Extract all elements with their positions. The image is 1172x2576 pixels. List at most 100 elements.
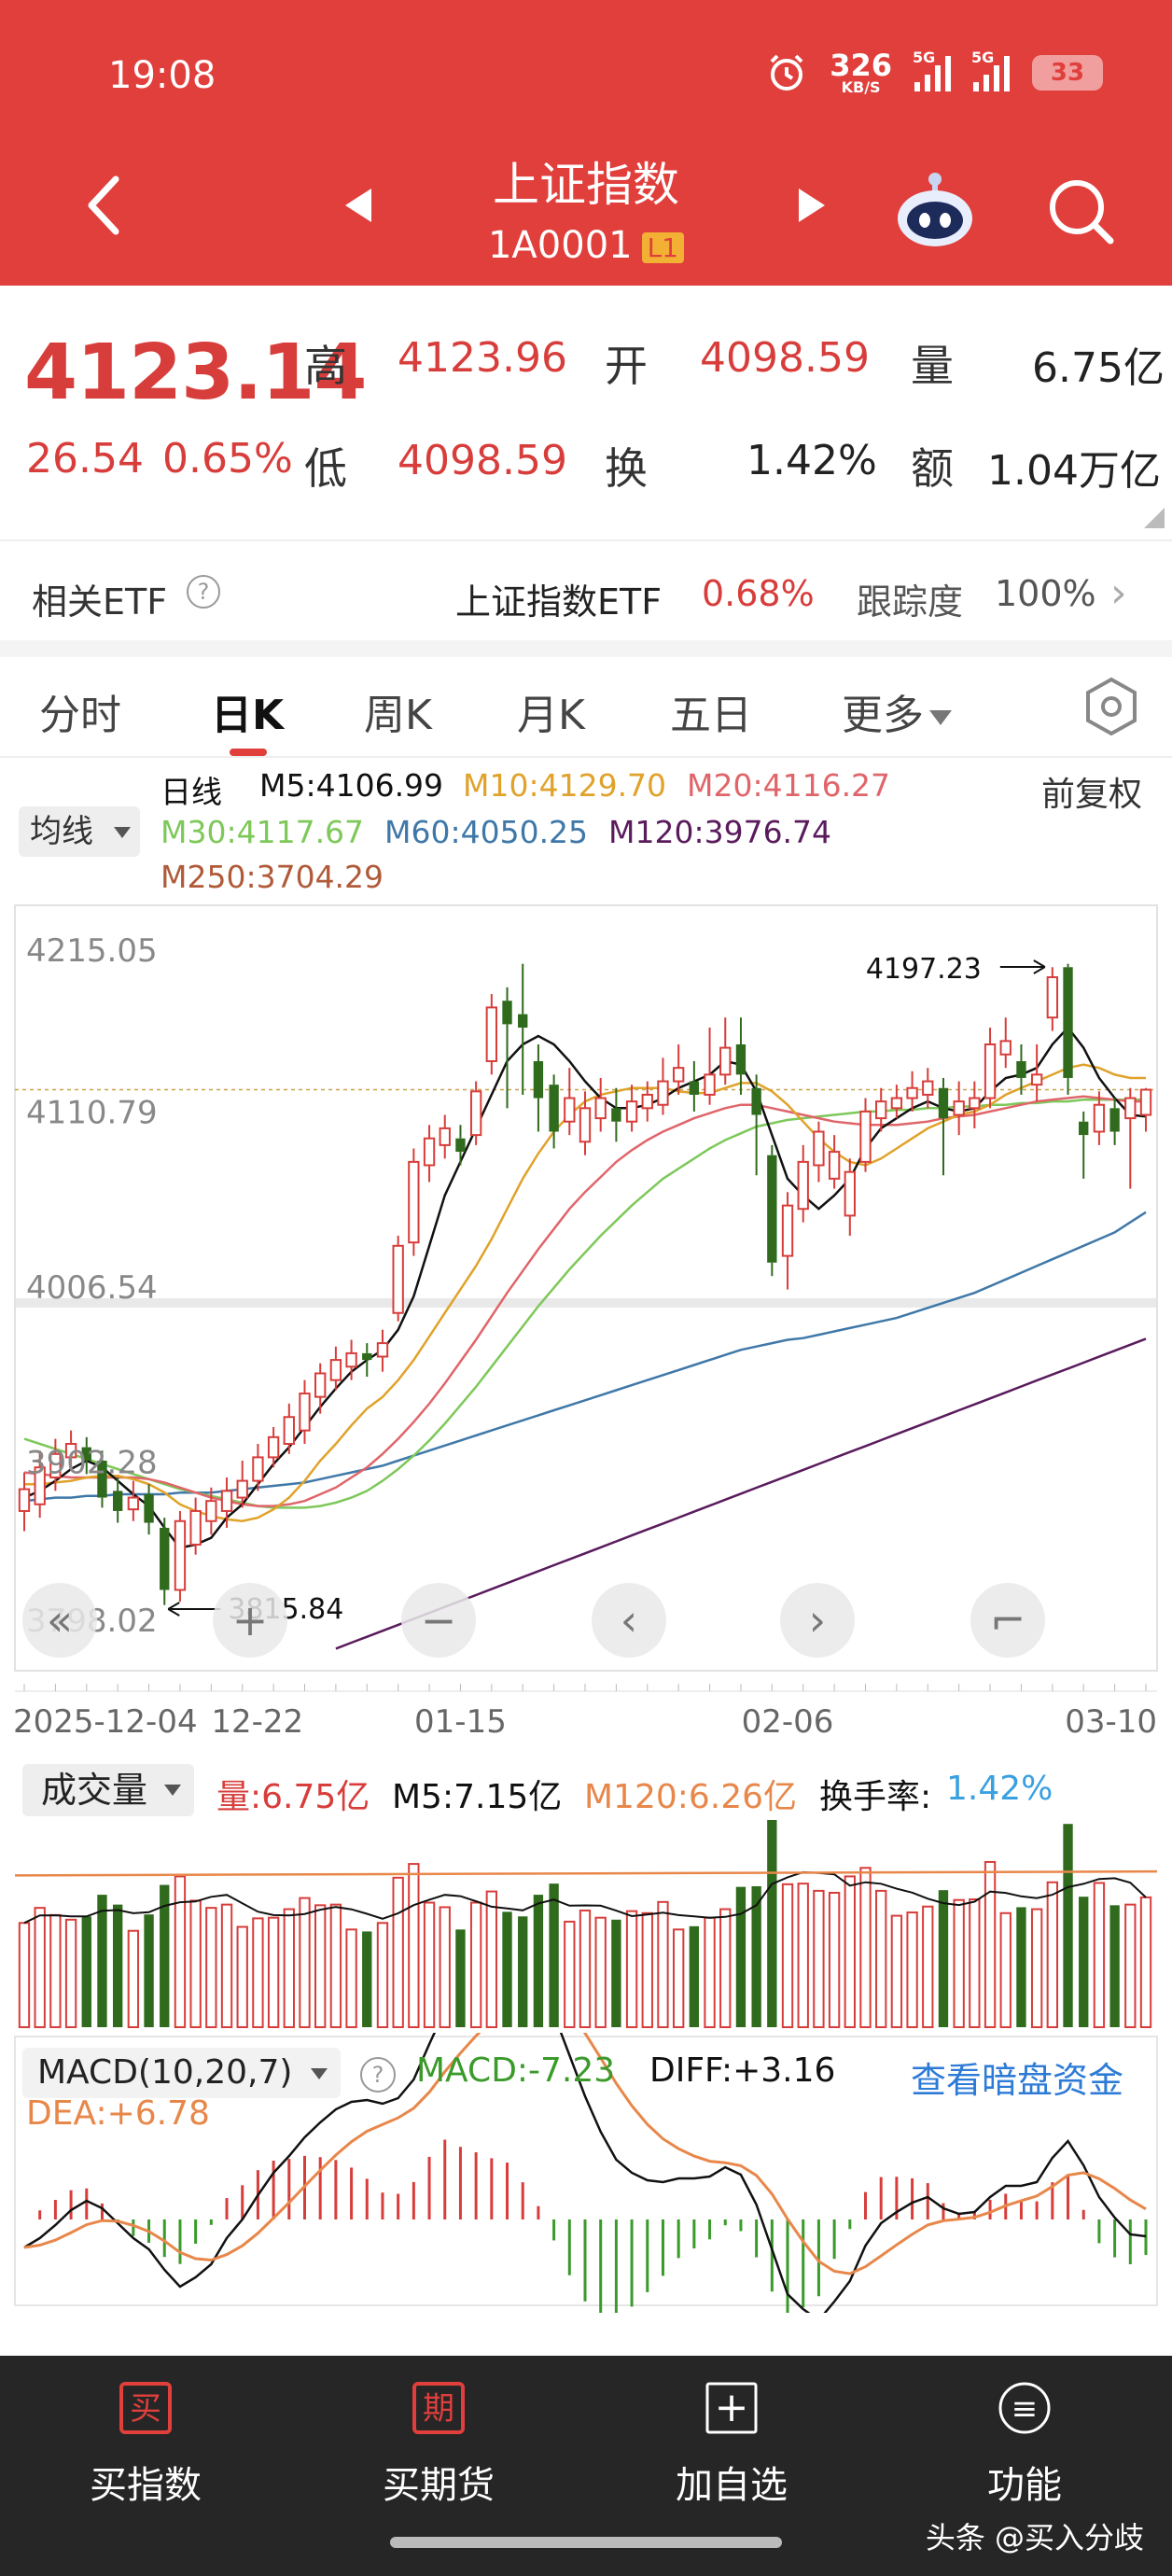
- net-label-2: 5G: [971, 49, 995, 66]
- volume-bar: [611, 1919, 621, 2027]
- signal-5g-1: 5G: [913, 49, 951, 91]
- quote-panel: 4123.14 26.54 0.65% 高 4123.96 开 4098.59 …: [0, 286, 1172, 539]
- candle-body: [906, 1086, 918, 1099]
- buy-index-button[interactable]: 买 买指数: [52, 2380, 239, 2509]
- adjust-mode-button[interactable]: 前复权: [1041, 767, 1142, 816]
- volume-bar: [376, 1922, 389, 2029]
- kline-chart[interactable]: 4215.054110.794006.543902.283798.02 4197…: [0, 898, 1172, 1747]
- section-divider: [0, 640, 1172, 657]
- futures-icon-text: 期: [423, 2390, 454, 2428]
- next-stock-button[interactable]: [795, 185, 829, 226]
- y-axis-label: 4215.05: [26, 932, 158, 970]
- stock-code-line: 1A0001 L1: [0, 224, 1172, 267]
- open-value: 4098.59: [700, 334, 870, 382]
- candle-body: [625, 1100, 638, 1123]
- candle-body: [922, 1080, 934, 1096]
- volume-chart[interactable]: [0, 1751, 1172, 2031]
- candle-body: [376, 1342, 389, 1358]
- scroll-left-button[interactable]: ‹: [592, 1583, 666, 1658]
- dark-pool-link[interactable]: 查看暗盘资金: [911, 2051, 1123, 2103]
- high-annotation: 4197.23: [866, 953, 982, 986]
- zoom-out-button[interactable]: −: [401, 1583, 476, 1658]
- fullscreen-button[interactable]: ⌐: [970, 1583, 1045, 1658]
- candle-body: [267, 1435, 280, 1459]
- candle-body: [423, 1137, 436, 1167]
- tab-week-k[interactable]: 周K: [364, 681, 432, 741]
- candle: [174, 1510, 187, 1603]
- volume-bar: [392, 1876, 404, 2028]
- related-etf-row[interactable]: 相关ETF ? 上证指数ETF 0.68% 跟踪度 100% ›: [0, 539, 1172, 640]
- amount-value: 1.04万亿: [987, 447, 1161, 495]
- home-indicator: [390, 2537, 782, 2548]
- volume-bar: [236, 1925, 248, 2029]
- menu-icon: ≡: [998, 2382, 1051, 2434]
- candle-body: [18, 1488, 31, 1512]
- candle: [1063, 963, 1073, 1095]
- functions-button[interactable]: ≡ 功能: [931, 2380, 1118, 2509]
- add-watchlist-button[interactable]: + 加自选: [638, 2380, 825, 2509]
- candle-body: [144, 1493, 154, 1523]
- expand-corner-icon[interactable]: [1144, 508, 1165, 528]
- volume-bar: [859, 1867, 872, 2028]
- candle-body: [205, 1500, 217, 1522]
- volume-bar: [1016, 1907, 1026, 2027]
- ma-select-dropdown[interactable]: 均线: [19, 806, 140, 857]
- volume-bar: [127, 1929, 140, 2028]
- chevron-right-icon[interactable]: ›: [1110, 569, 1127, 617]
- volume-bar: [549, 1883, 559, 2027]
- tab-day-k[interactable]: 日K: [211, 681, 284, 741]
- candle-body: [875, 1100, 887, 1120]
- tab-month-k[interactable]: 月K: [517, 681, 585, 741]
- macd-indicator-dropdown[interactable]: MACD(10,20,7): [22, 2048, 342, 2098]
- ma20-value: M20:4116.27: [687, 767, 891, 804]
- macd-value: MACD:-7.23: [416, 2051, 616, 2090]
- volume-bar: [1046, 1881, 1059, 2028]
- tab-fenshi[interactable]: 分时: [39, 681, 121, 741]
- y-axis-label: 4110.79: [26, 1095, 158, 1132]
- candle-body: [1139, 1088, 1152, 1116]
- candle-body: [735, 1043, 746, 1075]
- volume-bar: [1093, 1882, 1106, 2028]
- zoom-in-button[interactable]: +: [213, 1583, 287, 1658]
- ma30-value: M30:4117.67: [160, 814, 365, 850]
- candle-body: [969, 1097, 981, 1110]
- status-bar-right: 326 KB/S 5G 5G 33: [766, 49, 1103, 95]
- fast-back-button[interactable]: «: [22, 1583, 97, 1658]
- candle-body: [1093, 1103, 1106, 1133]
- search-icon[interactable]: [1043, 174, 1118, 248]
- candle-body: [672, 1067, 685, 1083]
- related-etf-label: 相关ETF: [32, 581, 168, 623]
- tab-more[interactable]: 更多: [842, 681, 952, 741]
- candle-body: [704, 1073, 716, 1096]
- volume-bar: [205, 1907, 217, 2029]
- status-time: 19:08: [108, 54, 216, 97]
- candle-body: [549, 1085, 559, 1132]
- add-watchlist-icon: +: [705, 2382, 758, 2434]
- candle-body: [189, 1509, 202, 1546]
- volume-bar: [299, 1897, 311, 2028]
- header: 19:08 326 KB/S 5G 5G 33 上证指数 1A0001 L1: [0, 0, 1172, 286]
- volume-bar: [439, 1906, 451, 2028]
- buy-futures-button[interactable]: 期 买期货: [345, 2380, 532, 2509]
- volume-bar: [423, 1901, 436, 2028]
- candle-body: [392, 1244, 404, 1314]
- candle-body: [657, 1080, 669, 1106]
- macd-header: MACD(10,20,7) ? MACD:-7.23 DIFF:+3.16 查看…: [0, 2044, 1172, 2147]
- chart-settings-icon[interactable]: [1079, 674, 1144, 739]
- robot-assistant-icon[interactable]: [894, 170, 976, 248]
- candle-body: [127, 1496, 140, 1511]
- help-icon[interactable]: ?: [187, 575, 220, 609]
- fullscreen-button-glyph: ⌐: [990, 1595, 1026, 1645]
- scroll-right-button[interactable]: ›: [780, 1583, 855, 1658]
- high-label: 高: [304, 341, 347, 391]
- candle-body: [751, 1087, 761, 1115]
- kline-x-axis: 2025-12-04 12-22 01-15 02-06 03-10: [13, 1684, 1157, 1741]
- volume-bar: [1063, 1824, 1073, 2027]
- volume-bar: [564, 1920, 576, 2029]
- volume-bar: [220, 1903, 233, 2028]
- volume-bar: [18, 1922, 31, 2029]
- etf-name[interactable]: 上证指数ETF: [455, 573, 662, 624]
- tab-five-day[interactable]: 五日: [670, 681, 752, 741]
- low-value: 4098.59: [398, 437, 567, 484]
- help-icon[interactable]: ?: [360, 2057, 396, 2093]
